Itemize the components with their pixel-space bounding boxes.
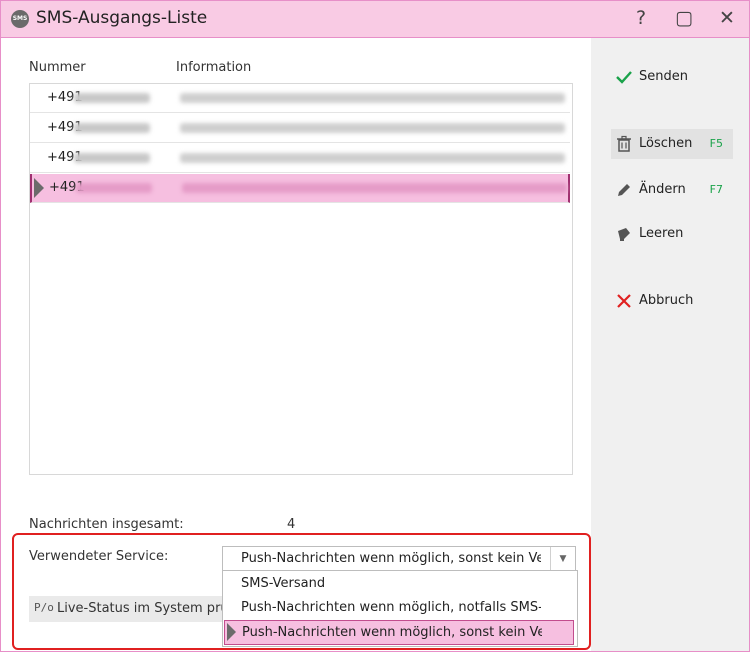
redacted-number	[74, 123, 150, 133]
table-row[interactable]: +491	[30, 84, 570, 113]
close-x-icon	[617, 294, 631, 308]
redacted-number	[74, 93, 150, 103]
eraser-icon	[618, 228, 630, 241]
redacted-information	[180, 93, 565, 103]
table-row[interactable]: +491	[30, 144, 570, 173]
checkmark-icon	[616, 71, 632, 84]
service-option-sms[interactable]: SMS-Versand	[224, 572, 574, 595]
maximize-button[interactable]: ▢	[669, 5, 699, 31]
option-pointer-icon	[227, 623, 236, 641]
service-dropdown-list[interactable]: SMS-Versand Push-Nachrichten wenn möglic…	[222, 570, 578, 647]
close-button[interactable]: ✕	[712, 5, 742, 31]
redacted-number	[74, 153, 150, 163]
row-pointer-icon	[34, 178, 44, 198]
option-label: Push-Nachrichten wenn möglich, sonst kei…	[242, 625, 542, 640]
sms-app-icon: SMS	[11, 10, 29, 28]
help-button[interactable]: ?	[626, 5, 656, 31]
cancel-label: Abbruch	[639, 293, 694, 308]
delete-button[interactable]: Löschen F5	[611, 129, 733, 159]
clear-button[interactable]: Leeren	[611, 219, 733, 249]
window-title: SMS-Ausgangs-Liste	[36, 8, 208, 28]
chevron-down-icon[interactable]: ▼	[550, 547, 575, 571]
message-list[interactable]: +491 +491 +491 +491	[29, 83, 573, 475]
live-status-icon: P/o	[34, 601, 54, 614]
title-bar: SMS SMS-Ausgangs-Liste ? ▢ ✕	[1, 1, 749, 38]
clear-label: Leeren	[639, 226, 684, 241]
edit-button[interactable]: Ändern F7	[611, 175, 733, 205]
trash-icon	[617, 135, 631, 152]
table-row-selected[interactable]: +491	[30, 174, 570, 203]
option-label: Push-Nachrichten wenn möglich, notfalls …	[241, 600, 541, 615]
redacted-information	[182, 183, 567, 193]
live-status-button[interactable]: P/o Live-Status im System prüfen	[29, 596, 223, 622]
send-label: Senden	[639, 69, 688, 84]
redacted-number	[76, 183, 152, 193]
redacted-information	[180, 123, 565, 133]
redacted-information	[180, 153, 565, 163]
service-select[interactable]: Push-Nachrichten wenn möglich, sonst kei…	[222, 546, 576, 572]
column-header-number[interactable]: Nummer	[29, 60, 86, 75]
action-sidebar: Senden Löschen F5 Ändern F7 Leeren Abbru…	[591, 38, 749, 651]
option-label: SMS-Versand	[241, 576, 326, 591]
service-option-push-fallback-sms[interactable]: Push-Nachrichten wenn möglich, notfalls …	[224, 596, 574, 619]
service-option-push-only[interactable]: Push-Nachrichten wenn möglich, sonst kei…	[224, 620, 574, 645]
delete-label: Löschen	[639, 136, 693, 151]
table-row[interactable]: +491	[30, 114, 570, 143]
total-messages-value: 4	[287, 517, 296, 532]
delete-hotkey: F5	[709, 137, 723, 150]
live-status-label: Live-Status im System prüfen	[57, 601, 223, 616]
main-panel: Nummer Information +491 +491 +491 +491 N…	[1, 38, 591, 651]
pencil-icon	[618, 184, 630, 196]
edit-label: Ändern	[639, 182, 686, 197]
total-messages-label: Nachrichten insgesamt:	[29, 517, 184, 532]
cancel-button[interactable]: Abbruch	[611, 286, 733, 316]
edit-hotkey: F7	[709, 183, 723, 196]
sms-outbox-window: SMS SMS-Ausgangs-Liste ? ▢ ✕ Nummer Info…	[0, 0, 750, 652]
service-label: Verwendeter Service:	[29, 549, 169, 564]
column-header-information[interactable]: Information	[176, 60, 251, 75]
send-button[interactable]: Senden	[611, 62, 733, 92]
service-selected-value: Push-Nachrichten wenn möglich, sonst kei…	[241, 551, 541, 566]
